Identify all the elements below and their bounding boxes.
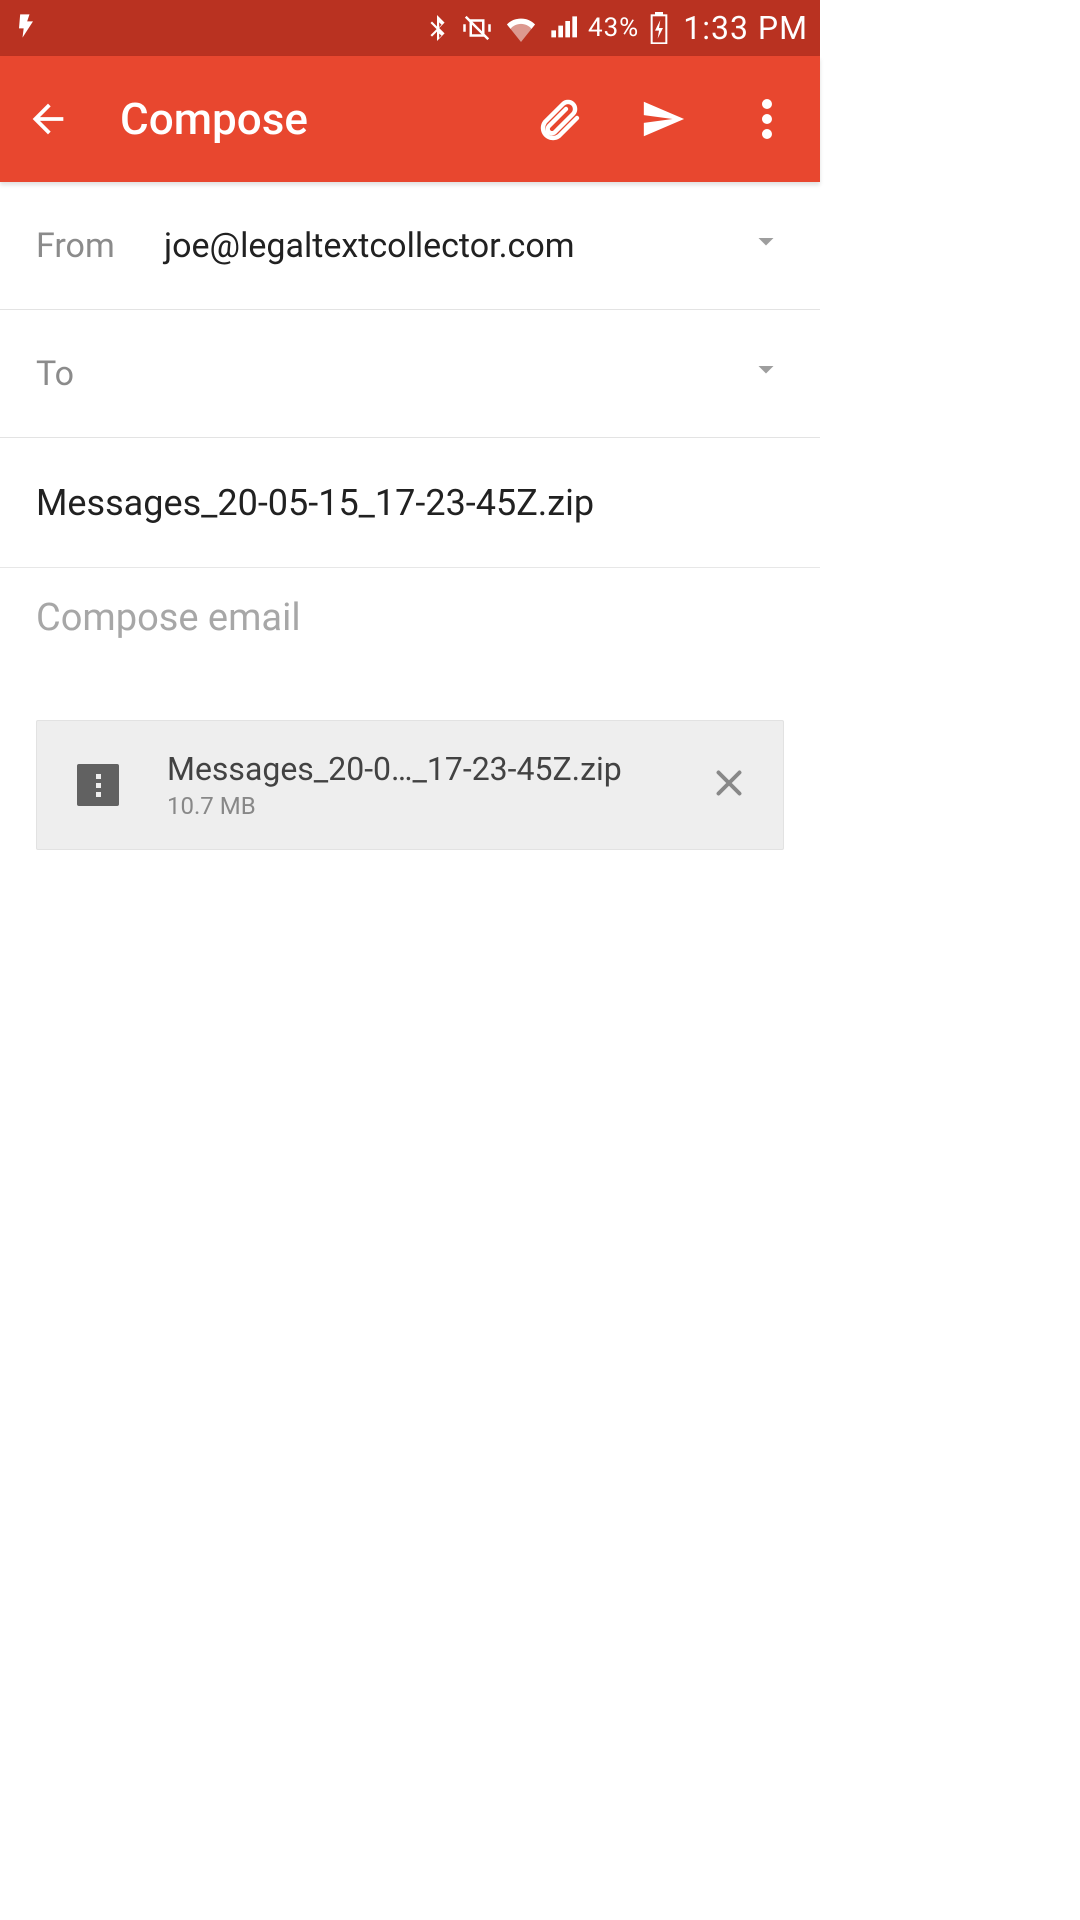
remove-attachment-button[interactable] — [699, 753, 759, 817]
battery-percent: 43% — [588, 13, 639, 43]
more-vert-icon — [762, 99, 772, 139]
body-placeholder: Compose email — [36, 596, 301, 640]
overflow-menu-button[interactable] — [738, 99, 796, 139]
chevron-down-icon — [748, 351, 784, 387]
arrow-left-icon — [25, 96, 71, 142]
attachment-name: Messages_20-0…_17-23-45Z.zip — [167, 750, 699, 788]
to-row[interactable]: To — [0, 310, 820, 438]
bluetooth-icon — [424, 13, 450, 43]
body-input[interactable]: Compose email — [0, 568, 820, 688]
subject-row[interactable]: Messages_20-05-15_17-23-45Z.zip — [0, 438, 820, 568]
zip-file-icon — [77, 764, 119, 806]
back-button[interactable] — [18, 96, 78, 142]
from-label: From — [36, 226, 164, 266]
page-title: Compose — [120, 93, 530, 145]
to-expand[interactable] — [748, 351, 784, 396]
attachment-size: 10.7 MB — [167, 792, 699, 820]
to-label: To — [36, 354, 164, 394]
flash-icon — [12, 12, 40, 44]
from-row[interactable]: From joe@legaltextcollector.com — [0, 182, 820, 310]
attachment-chip[interactable]: Messages_20-0…_17-23-45Z.zip 10.7 MB — [36, 720, 784, 850]
subject-input[interactable]: Messages_20-05-15_17-23-45Z.zip — [36, 482, 594, 524]
close-icon — [711, 765, 747, 801]
status-time: 1:33 PM — [683, 9, 808, 47]
send-button[interactable] — [634, 96, 692, 142]
paperclip-icon — [535, 95, 583, 143]
attach-button[interactable] — [530, 95, 588, 143]
from-value: joe@legaltextcollector.com — [164, 226, 748, 266]
status-bar: 43% 1:33 PM — [0, 0, 820, 56]
battery-charging-icon — [649, 12, 669, 44]
from-dropdown[interactable] — [748, 223, 784, 268]
cell-signal-icon — [548, 14, 578, 42]
vibrate-icon — [460, 13, 494, 43]
app-bar: Compose — [0, 56, 820, 182]
wifi-icon — [504, 14, 538, 42]
send-icon — [636, 96, 690, 142]
chevron-down-icon — [748, 223, 784, 259]
